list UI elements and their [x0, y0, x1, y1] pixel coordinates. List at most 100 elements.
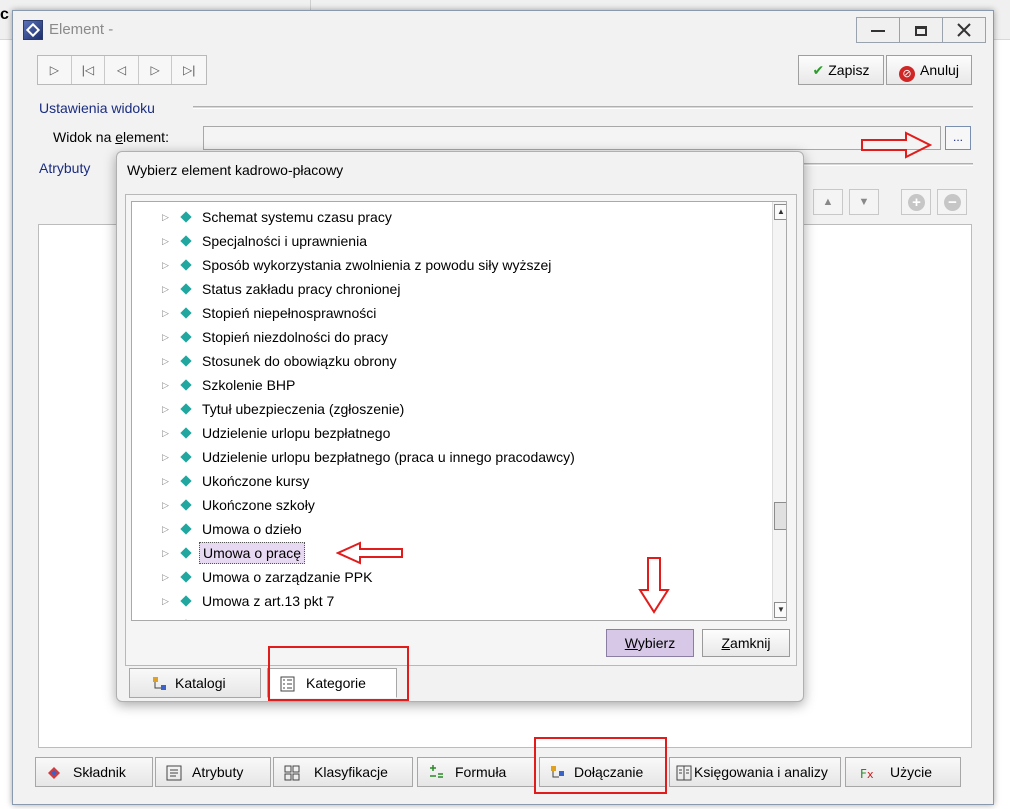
tree-item-label: Szkolenie BHP	[202, 377, 296, 393]
maximize-icon	[915, 26, 927, 37]
nav-last-button[interactable]: ▷|	[172, 56, 206, 84]
scroll-up-button[interactable]: ▲	[774, 204, 786, 220]
tree-node-icon	[180, 427, 192, 439]
tree-item[interactable]: ▷ Ukończone szkoły	[132, 493, 768, 517]
tree-item[interactable]: ▷ Stopień niezdolności do pracy	[132, 325, 768, 349]
tab-uzycie[interactable]: Fx Użycie	[845, 757, 961, 787]
move-up-button[interactable]: ▲	[813, 189, 843, 215]
tree-item[interactable]: ▷ Umowa o zarządzanie PPK	[132, 565, 768, 589]
save-button[interactable]: ✔ Zapisz	[798, 55, 884, 85]
tab-formula[interactable]: Formuła	[417, 757, 535, 787]
tree-node-icon	[180, 283, 192, 295]
expand-arrow-icon[interactable]: ▷	[162, 301, 169, 325]
remove-button[interactable]: −	[937, 189, 967, 215]
tree-item[interactable]: ▷ Specjalności i uprawnienia	[132, 229, 768, 253]
tree-item[interactable]: ▷ Stosunek do obowiązku obrony	[132, 349, 768, 373]
select-accelerator: W	[624, 635, 638, 651]
close-window-button[interactable]	[942, 17, 986, 43]
tree-item[interactable]: ▷ Umowa o dzieło	[132, 517, 768, 541]
window-title: Element -	[49, 21, 114, 38]
maximize-button[interactable]	[899, 17, 943, 43]
expand-arrow-icon[interactable]: ▷	[162, 565, 169, 589]
tree-item-label: Schemat systemu czasu pracy	[202, 209, 392, 225]
tree-item[interactable]: ▷ Status zakładu pracy chronionej	[132, 277, 768, 301]
tree-node-icon	[180, 403, 192, 415]
tree-item[interactable]: ▷ Umowa z art.13 pkt 8	[132, 613, 768, 620]
title-bar[interactable]: Element -	[13, 11, 993, 49]
tab-label: Składnik	[73, 764, 126, 780]
tree-item-label: Ukończone kursy	[202, 473, 310, 489]
tree-node-icon	[180, 475, 192, 487]
tree-node-icon	[180, 259, 192, 271]
tree-item[interactable]: ▷ Udzielenie urlopu bezpłatnego	[132, 421, 768, 445]
select-label: ybierz	[637, 635, 676, 651]
scroll-down-button[interactable]: ▼	[774, 602, 786, 618]
expand-arrow-icon[interactable]: ▷	[162, 589, 169, 613]
tab-skladnik[interactable]: Składnik	[35, 757, 153, 787]
browse-button[interactable]: ...	[945, 126, 971, 150]
tab-atrybuty[interactable]: Atrybuty	[155, 757, 271, 787]
scroll-thumb[interactable]	[774, 502, 786, 530]
dialog-panel: ▷ Umowa z art.13 pkt 8 ▷ Umowa z art.13 pkt…	[125, 194, 797, 666]
tab-ksiegowania[interactable]: Księgowania i analizy	[669, 757, 841, 787]
tree-node-icon	[180, 499, 192, 511]
expand-arrow-icon[interactable]: ▷	[162, 613, 169, 620]
minimize-button[interactable]	[856, 17, 900, 43]
expand-arrow-icon[interactable]: ▷	[162, 229, 169, 253]
expand-arrow-icon[interactable]: ▷	[162, 325, 169, 349]
cancel-button[interactable]: ⊘ Anuluj	[886, 55, 972, 85]
expand-arrow-icon[interactable]: ▷	[162, 421, 169, 445]
expand-arrow-icon[interactable]: ▷	[162, 205, 169, 229]
expand-arrow-icon[interactable]: ▷	[162, 397, 169, 421]
close-dialog-button[interactable]: Zamknij	[702, 629, 790, 657]
expand-arrow-icon[interactable]: ▷	[162, 493, 169, 517]
category-tree[interactable]: ▷ Umowa z art.13 pkt 8 ▷ Umowa z art.13 pkt…	[131, 201, 787, 621]
tree-item[interactable]: ▷ Sposób wykorzystania zwolnienia z powod…	[132, 253, 768, 277]
tree-item-selected[interactable]: ▷ Umowa o pracę	[132, 541, 768, 565]
tree-item-label: Sposób wykorzystania zwolnienia z powodu…	[202, 257, 552, 273]
select-button[interactable]: Wybierz	[606, 629, 694, 657]
dialog-tab-katalogi[interactable]: Katalogi	[129, 668, 261, 698]
tree-item[interactable]: ▷ Schemat systemu czasu pracy	[132, 205, 768, 229]
tree-node-icon	[180, 235, 192, 247]
expand-arrow-icon[interactable]: ▷	[162, 277, 169, 301]
cancel-icon: ⊘	[899, 66, 916, 82]
nav-first-button[interactable]: |◁	[72, 56, 106, 84]
app-icon	[23, 20, 43, 40]
arrow-right-annotation-icon	[861, 131, 932, 159]
move-down-button[interactable]: ▼	[849, 189, 879, 215]
nav-new-button[interactable]: ▷	[38, 56, 72, 84]
expand-arrow-icon[interactable]: ▷	[162, 349, 169, 373]
tree-item[interactable]: ▷ Umowa z art.13 pkt 7	[132, 589, 768, 613]
nav-next-button[interactable]: ▷	[139, 56, 173, 84]
tree-item[interactable]: ▷ Tytuł ubezpieczenia (zgłoszenie)	[132, 397, 768, 421]
expand-arrow-icon[interactable]: ▷	[162, 445, 169, 469]
nav-prev-button[interactable]: ◁	[105, 56, 139, 84]
cancel-label: Anuluj	[920, 62, 959, 78]
tree-item[interactable]: ▷ Szkolenie BHP	[132, 373, 768, 397]
expand-arrow-icon[interactable]: ▷	[162, 253, 169, 277]
save-label: Zapisz	[828, 62, 870, 78]
expand-arrow-icon[interactable]: ▷	[162, 541, 169, 565]
close-accelerator: Z	[721, 635, 731, 651]
tree-item[interactable]: ▷ Stopień niepełnosprawności	[132, 301, 768, 325]
view-element-input[interactable]	[203, 126, 941, 150]
tree-scrollbar[interactable]: ▲ ▼	[772, 202, 786, 620]
tab-label: Klasyfikacje	[314, 764, 388, 780]
expand-arrow-icon[interactable]: ▷	[162, 517, 169, 541]
tree-item[interactable]: ▷ Udzielenie urlopu bezpłatnego (praca u …	[132, 445, 768, 469]
expand-arrow-icon[interactable]: ▷	[162, 373, 169, 397]
tree-node-icon	[180, 379, 192, 391]
tree-item[interactable]: ▷ Ukończone kursy	[132, 469, 768, 493]
add-button[interactable]: +	[901, 189, 931, 215]
tree-item-label: Umowa o dzieło	[202, 521, 302, 537]
tree-node-icon	[180, 523, 192, 535]
svg-text:x: x	[867, 768, 874, 781]
expand-arrow-icon[interactable]: ▷	[162, 469, 169, 493]
tree-item-label: Udzielenie urlopu bezpłatnego	[202, 425, 391, 441]
tab-klasyfikacje[interactable]: Klasyfikacje	[273, 757, 413, 787]
section-divider	[193, 106, 973, 109]
label-accelerator: e	[115, 129, 124, 145]
arrow-down-annotation-icon	[638, 557, 670, 614]
tree-item-label: Udzielenie urlopu bezpłatnego (praca u i…	[202, 449, 575, 465]
